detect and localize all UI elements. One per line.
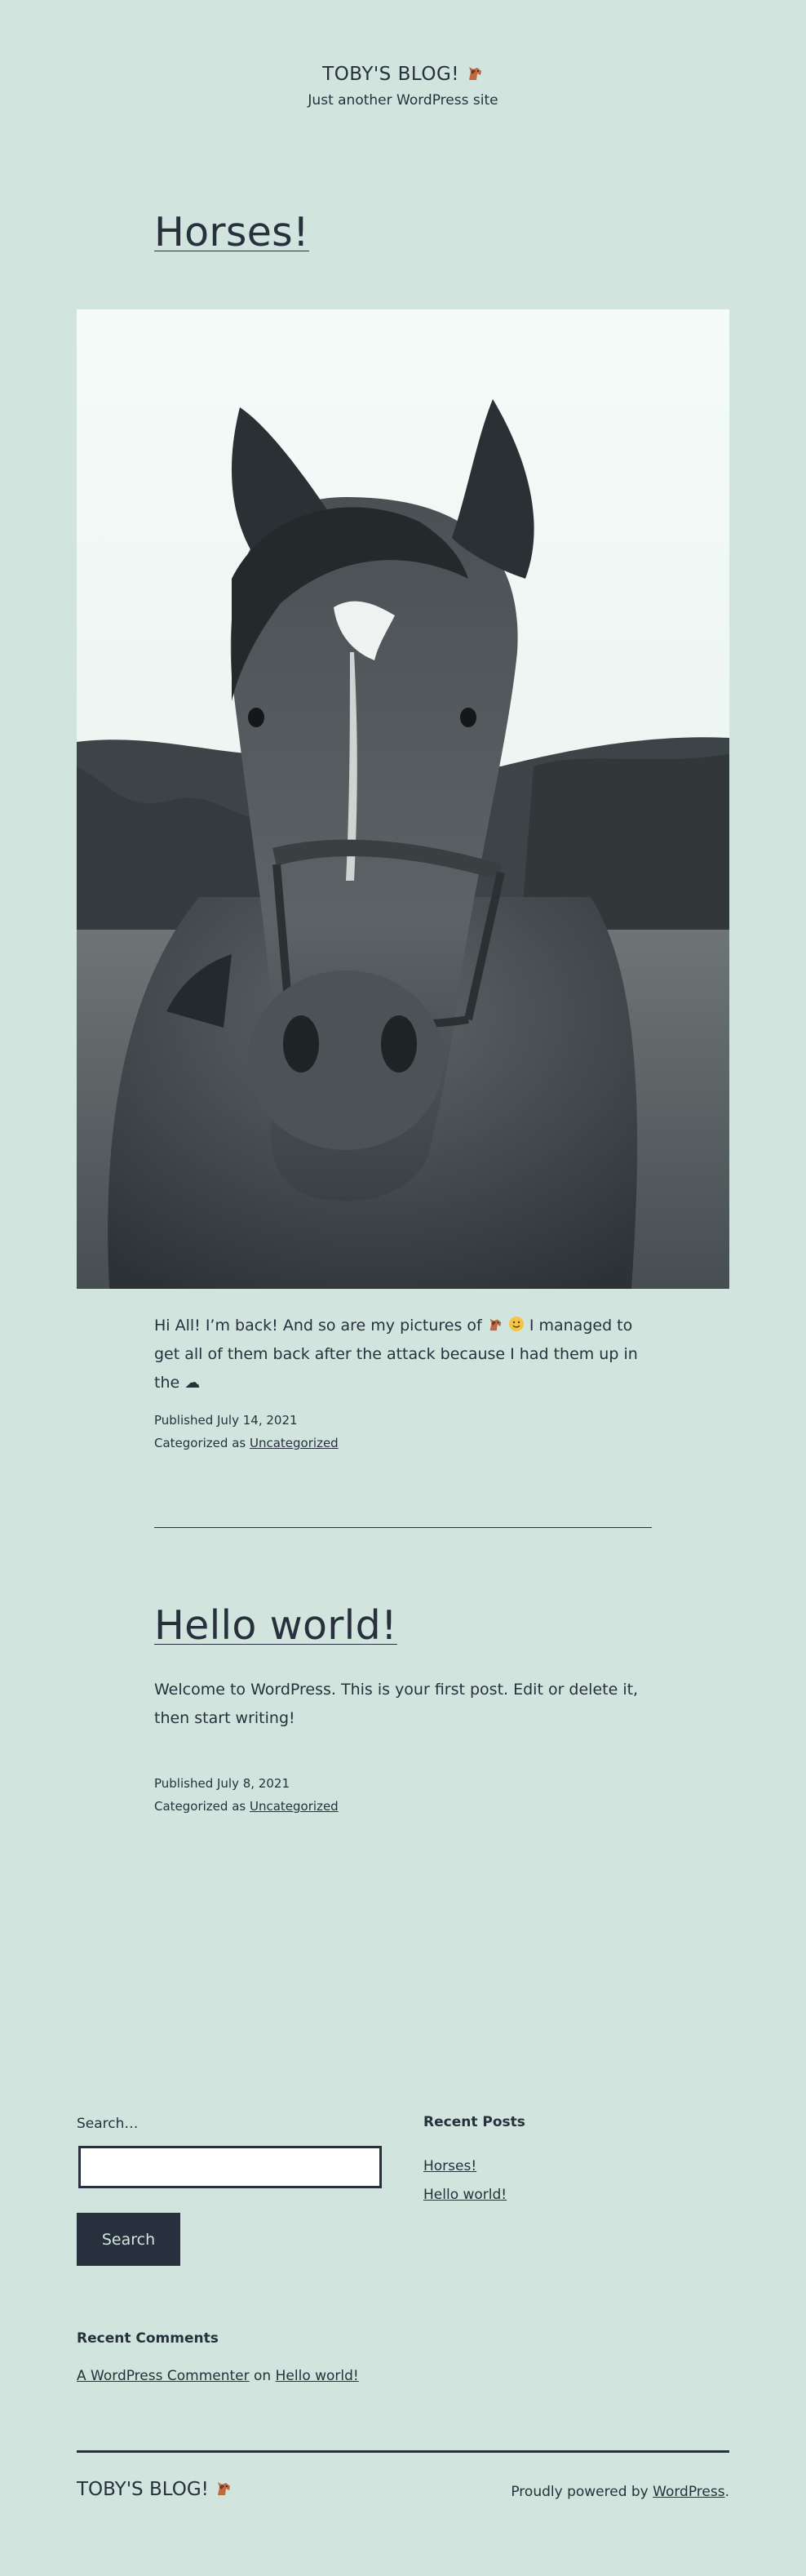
post-content-text: Hi All! I’m back! And so are my pictures… [154,1317,482,1335]
footer-site-title-link[interactable]: TOBY'S BLOG! [77,2479,232,2500]
category-link[interactable]: Uncategorized [250,1436,339,1450]
comment-on-text: on [254,2368,272,2384]
post-published-date: Published July 8, 2021 [154,1776,290,1791]
recent-post-link[interactable]: Horses! [423,2158,476,2174]
post-category: Categorized as Uncategorized [154,1795,339,1818]
search-input[interactable] [78,2146,382,2188]
recent-comments-heading: Recent Comments [77,2330,219,2347]
category-prefix: Categorized as [154,1799,246,1814]
search-label: Search… [77,2116,139,2132]
post-title-link[interactable]: Horses! [154,209,309,255]
search-button[interactable]: Search [77,2213,180,2266]
post-title: Hello world! [154,1601,397,1650]
comment-post-link[interactable]: Hello world! [276,2368,359,2384]
horse-emoji-icon [468,67,481,80]
recent-posts-list: Horses! Hello world! [423,2152,507,2210]
recent-comment-item: A WordPress Commenter on Hello world! [77,2368,359,2384]
featured-image-horse[interactable] [77,309,729,1289]
post-content: Welcome to WordPress. This is your first… [154,1681,639,1727]
footer-site-title-text: TOBY'S BLOG! [77,2479,209,2500]
post-title-link[interactable]: Hello world! [154,1602,397,1649]
powered-by-period: . [724,2484,729,2500]
post-content: Hi All! I’m back! And so are my pictures… [154,1312,652,1397]
wordpress-link[interactable]: WordPress [653,2484,724,2500]
post-published-date: Published July 14, 2021 [154,1413,298,1428]
footer-divider [77,2450,729,2453]
powered-by-text: Proudly powered by [511,2484,649,2500]
post-category: Categorized as Uncategorized [154,1432,339,1455]
site-title-text: TOBY'S BLOG! [322,64,460,85]
list-item: Horses! [423,2152,507,2181]
site-title-link[interactable]: TOBY'S BLOG! [322,64,484,85]
post-meta: Published July 14, 2021 Categorized as U… [154,1409,339,1455]
post-separator [154,1527,652,1528]
category-link[interactable]: Uncategorized [250,1799,339,1814]
post-title: Horses! [154,208,309,257]
site-tagline: Just another WordPress site [308,92,498,109]
powered-by: Proudly powered by WordPress. [511,2484,729,2500]
category-prefix: Categorized as [154,1436,246,1450]
post-meta: Published July 8, 2021 Categorized as Un… [154,1772,339,1818]
recent-post-link[interactable]: Hello world! [423,2187,507,2203]
horse-emoji-icon [489,1318,502,1331]
smile-emoji-icon [508,1317,524,1331]
comment-author-link[interactable]: A WordPress Commenter [77,2368,250,2384]
list-item: Hello world! [423,2181,507,2210]
site-header: TOBY'S BLOG! Just another WordPress site [0,64,806,109]
horse-emoji-icon [218,2482,231,2495]
recent-posts-heading: Recent Posts [423,2114,525,2130]
